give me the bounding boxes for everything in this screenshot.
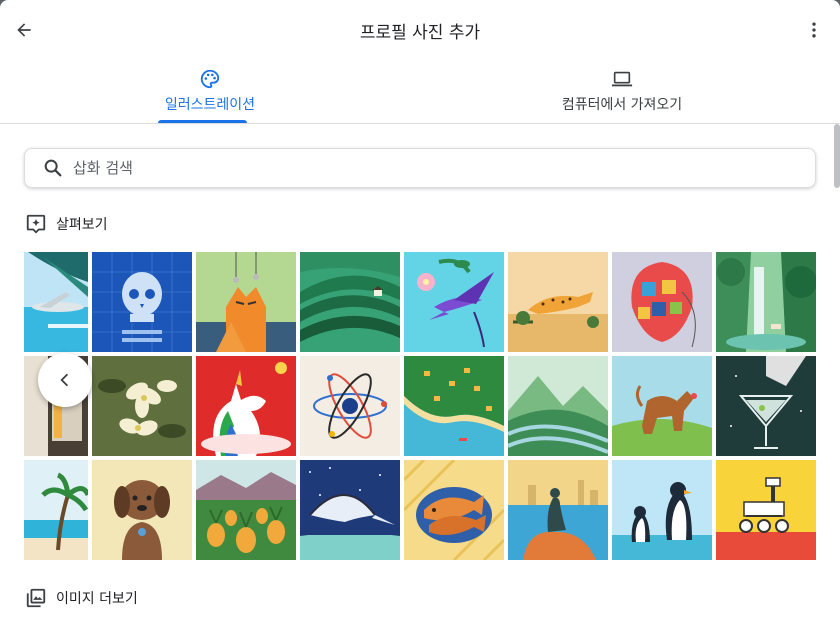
chevron-left-icon — [60, 373, 69, 387]
search-input[interactable] — [73, 159, 773, 177]
content-area: 살펴보기 — [0, 124, 840, 617]
active-tab-indicator — [158, 120, 247, 123]
illustration-green-valley[interactable] — [508, 356, 608, 456]
dialog-title: 프로필 사진 추가 — [359, 23, 481, 43]
illustration-waterfall-forest[interactable] — [716, 252, 816, 352]
illustration-quilt-balloon[interactable] — [612, 252, 712, 352]
scrollbar[interactable] — [834, 124, 840, 188]
illustration-unicorn[interactable] — [196, 356, 296, 456]
illustration-skeleton-xray[interactable] — [92, 252, 192, 352]
illustration-atom[interactable] — [300, 356, 400, 456]
photo-library-icon — [26, 588, 46, 608]
explore-heading: 살펴보기 — [24, 212, 108, 236]
illustration-palm-beach[interactable] — [24, 460, 88, 560]
tab-bar: 일러스트레이션 컴퓨터에서 가져오기 — [0, 62, 840, 124]
profile-photo-dialog: 프로필 사진 추가 일러스트레이션 컴퓨터에서 가져오기 삽화 검색 살펴보기 … — [0, 0, 840, 617]
illustration-manta-ray[interactable] — [300, 460, 400, 560]
tab-illustrations-label: 일러스트레이션 — [164, 97, 256, 113]
more-vert-icon — [812, 22, 816, 38]
illustration-dog-playing[interactable] — [612, 356, 712, 456]
explore-label: 살펴보기 — [56, 217, 108, 233]
tab-from-computer-label: 컴퓨터에서 가져오기 — [561, 97, 683, 113]
illustration-orange-cat[interactable] — [196, 252, 296, 352]
illustration-rice-terraces[interactable] — [300, 252, 400, 352]
illustration-mars-rover[interactable] — [716, 460, 816, 560]
explore-sparkle-icon — [26, 214, 46, 234]
illustration-grid — [24, 252, 816, 560]
illustration-penguins[interactable] — [612, 460, 712, 560]
tab-illustrations[interactable]: 일러스트레이션 — [0, 62, 420, 124]
illustration-pineapple-field[interactable] — [196, 460, 296, 560]
illustration-beach-airplane[interactable] — [24, 252, 88, 352]
carousel-prev-button[interactable] — [38, 353, 92, 407]
search-box[interactable] — [24, 148, 816, 188]
more-images-link[interactable]: 이미지 더보기 — [24, 586, 138, 610]
laptop-icon — [611, 71, 633, 87]
more-options-button[interactable] — [802, 14, 826, 46]
search-icon — [44, 159, 62, 177]
more-images-label: 이미지 더보기 — [56, 591, 138, 607]
illustration-magnolia-flowers[interactable] — [92, 356, 192, 456]
illustration-martini-glass[interactable] — [716, 356, 816, 456]
tab-from-computer[interactable]: 컴퓨터에서 가져오기 — [412, 62, 832, 124]
illustration-little-mermaid-statue[interactable] — [508, 460, 608, 560]
illustration-running-cheetah[interactable] — [508, 252, 608, 352]
illustration-hummingbird-flower[interactable] — [404, 252, 504, 352]
palette-icon — [200, 69, 220, 89]
dialog-header: 프로필 사진 추가 — [0, 0, 840, 62]
illustration-puppy[interactable] — [92, 460, 192, 560]
illustration-taiyaki-fish-bread[interactable] — [404, 460, 504, 560]
illustration-coastal-town-map[interactable] — [404, 356, 504, 456]
